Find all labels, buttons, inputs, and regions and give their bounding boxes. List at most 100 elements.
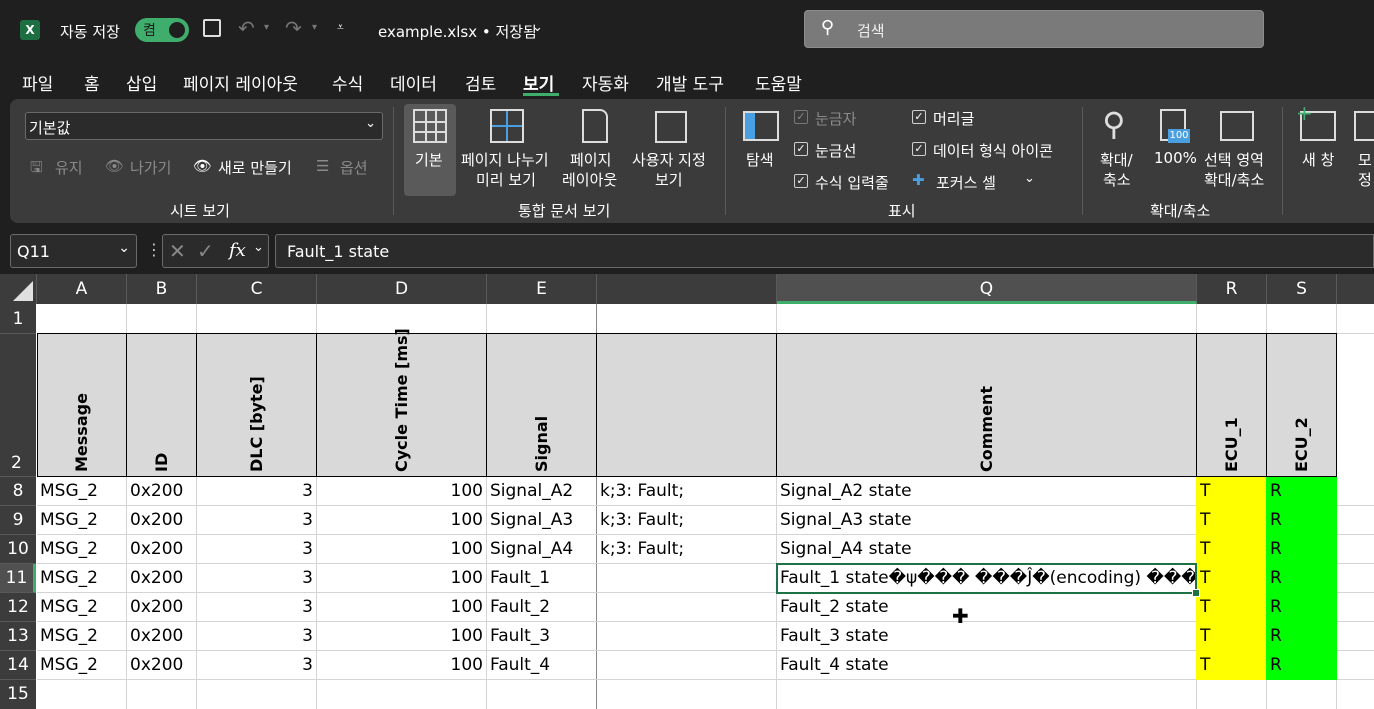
cell-b10[interactable]: 0x200 — [127, 535, 196, 564]
row-header-10[interactable]: 10 — [0, 535, 36, 564]
cell-r13[interactable]: T — [1197, 622, 1266, 651]
menu-page-layout[interactable]: 페이지 레이아웃 — [183, 70, 298, 95]
cell-r10[interactable]: T — [1197, 535, 1266, 564]
cell-q10[interactable]: Signal_A4 state — [777, 535, 1196, 564]
column-header-b[interactable]: B — [127, 274, 197, 304]
row-header-13[interactable]: 13 — [0, 622, 36, 651]
zoom-label-1[interactable]: 확대/ — [1100, 149, 1133, 170]
cell-s10[interactable]: R — [1267, 535, 1336, 564]
redo-dropdown-icon[interactable]: ▾ — [312, 22, 317, 33]
gridlines-checkbox[interactable]: ✓ — [794, 142, 808, 156]
cell-d8[interactable]: 100 — [317, 477, 486, 506]
cell-e9[interactable]: Signal_A3 — [487, 506, 596, 535]
header-cell-s[interactable]: ECU_2 — [1266, 333, 1337, 477]
cell-q13[interactable]: Fault_3 state — [777, 622, 1196, 651]
menu-file[interactable]: 파일 — [22, 70, 53, 95]
cell-e10[interactable]: Signal_A4 — [487, 535, 596, 564]
cell-d11[interactable]: 100 — [317, 564, 486, 593]
cell-f9[interactable]: k;3: Fault; — [597, 506, 776, 535]
cell-f8[interactable]: k;3: Fault; — [597, 477, 776, 506]
row-header-15[interactable]: 15 — [0, 680, 36, 709]
cell-a10[interactable]: MSG_2 — [37, 535, 126, 564]
header-cell-c[interactable]: DLC [byte] — [196, 333, 317, 477]
name-box[interactable]: Q11 ⌄ — [10, 234, 137, 268]
select-all-corner[interactable] — [0, 274, 37, 304]
header-cell-q[interactable]: Comment — [776, 333, 1197, 477]
menu-insert[interactable]: 삽입 — [126, 70, 157, 95]
cell-b8[interactable]: 0x200 — [127, 477, 196, 506]
menu-home[interactable]: 홈 — [84, 70, 100, 95]
custom-view-label-2[interactable]: 보기 — [655, 169, 683, 190]
customize-toolbar-icon[interactable]: ⩡ — [337, 20, 344, 35]
cell-s12[interactable]: R — [1267, 593, 1336, 622]
custom-view-label-1[interactable]: 사용자 지정 — [632, 149, 706, 170]
menu-review[interactable]: 검토 — [465, 70, 496, 95]
menu-data[interactable]: 데이터 — [390, 70, 437, 95]
cell-s8[interactable]: R — [1267, 477, 1336, 506]
cell-r9[interactable]: T — [1197, 506, 1266, 535]
menu-automate[interactable]: 자동화 — [582, 70, 629, 95]
cell-d9[interactable]: 100 — [317, 506, 486, 535]
cell-e8[interactable]: Signal_A2 — [487, 477, 596, 506]
cell-q9[interactable]: Signal_A3 state — [777, 506, 1196, 535]
arrange-label-1[interactable]: 모 — [1358, 149, 1372, 170]
column-header-a[interactable]: A — [37, 274, 127, 304]
cell-s11[interactable]: R — [1267, 564, 1336, 593]
file-name[interactable]: example.xlsx • 저장됨 — [378, 21, 537, 42]
column-header-hidden[interactable] — [597, 274, 777, 304]
cell-b11[interactable]: 0x200 — [127, 564, 196, 593]
formula-bar-checkbox[interactable]: ✓ — [794, 174, 808, 188]
cell-q11[interactable]: Fault_1 state�ψ��� ���Ĵ�(encoding) ��� — [777, 564, 1196, 593]
cell-f10[interactable]: k;3: Fault; — [597, 535, 776, 564]
cell-r8[interactable]: T — [1197, 477, 1266, 506]
row-header-14[interactable]: 14 — [0, 651, 36, 680]
cell-b13[interactable]: 0x200 — [127, 622, 196, 651]
cell-f14[interactable] — [597, 651, 776, 680]
cell-c8[interactable]: 3 — [197, 477, 316, 506]
cell-d12[interactable]: 100 — [317, 593, 486, 622]
new-view-button[interactable]: 새로 만들기 — [218, 157, 292, 178]
cell-d13[interactable]: 100 — [317, 622, 486, 651]
menu-formulas[interactable]: 수식 — [332, 70, 363, 95]
sheet-view-dropdown[interactable]: 기본값 ⌄ — [25, 112, 383, 140]
chevron-down-icon[interactable]: ⌄ — [253, 240, 264, 255]
cell-a11[interactable]: MSG_2 — [37, 564, 126, 593]
cell-b12[interactable]: 0x200 — [127, 593, 196, 622]
undo-dropdown-icon[interactable]: ▾ — [264, 22, 269, 33]
keep-button[interactable]: 유지 — [55, 157, 83, 178]
cell-c11[interactable]: 3 — [197, 564, 316, 593]
cell-s9[interactable]: R — [1267, 506, 1336, 535]
row-header-2[interactable]: 2 — [0, 334, 36, 477]
cell-s14[interactable]: R — [1267, 651, 1336, 680]
cell-r11[interactable]: T — [1197, 564, 1266, 593]
data-type-icons-checkbox[interactable]: ✓ — [912, 142, 926, 156]
cell-e11[interactable]: Fault_1 — [487, 564, 596, 593]
menu-help[interactable]: 도움말 — [755, 70, 802, 95]
new-window-button[interactable]: 새 창 — [1302, 149, 1334, 170]
cell-c14[interactable]: 3 — [197, 651, 316, 680]
ruler-checkbox[interactable]: ✓ — [794, 110, 808, 124]
menu-developer[interactable]: 개발 도구 — [656, 70, 724, 95]
cell-d14[interactable]: 100 — [317, 651, 486, 680]
column-header-d[interactable]: D — [317, 274, 487, 304]
cell-a8[interactable]: MSG_2 — [37, 477, 126, 506]
cell-a13[interactable]: MSG_2 — [37, 622, 126, 651]
zoom-100-button[interactable]: 100% — [1154, 149, 1197, 167]
chevron-down-icon[interactable]: ⌄ — [532, 20, 543, 35]
header-cell-r[interactable]: ECU_1 — [1196, 333, 1267, 477]
cell-s13[interactable]: R — [1267, 622, 1336, 651]
focus-cell-button[interactable]: 포커스 셀 — [936, 172, 996, 193]
cell-f13[interactable] — [597, 622, 776, 651]
row-header-1[interactable]: 1 — [0, 304, 36, 334]
undo-icon[interactable]: ↶ — [238, 16, 255, 40]
cell-q12[interactable]: Fault_2 state — [777, 593, 1196, 622]
cell-r14[interactable]: T — [1197, 651, 1266, 680]
column-header-e[interactable]: E — [487, 274, 597, 304]
row-header-11[interactable]: 11 — [0, 564, 36, 593]
cell-a12[interactable]: MSG_2 — [37, 593, 126, 622]
row-header-9[interactable]: 9 — [0, 506, 36, 535]
column-header-c[interactable]: C — [197, 274, 317, 304]
fill-handle[interactable] — [1192, 589, 1200, 597]
exit-button[interactable]: 나가기 — [130, 157, 171, 178]
cell-e14[interactable]: Fault_4 — [487, 651, 596, 680]
